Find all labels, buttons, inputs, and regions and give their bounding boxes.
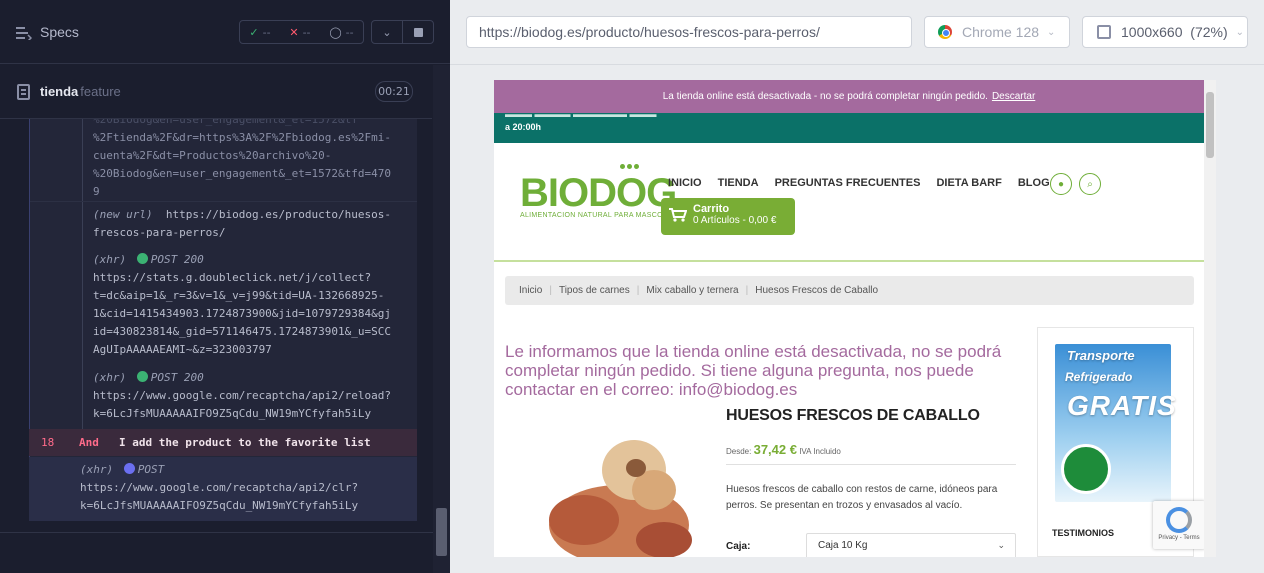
site-logo[interactable]: BIODOG ALIMENTACION NATURAL PARA MASCOTA… xyxy=(520,164,677,219)
log-entry-url-tail: %20Biodog&en=user_engagement&_et=1572&tf… xyxy=(93,119,392,198)
run-stats: ✓ -- ✕ -- ◯ -- xyxy=(239,20,364,44)
chevron-down-icon: ⌄ xyxy=(997,540,1005,550)
user-icon[interactable]: ● xyxy=(1050,173,1072,195)
app-under-test: La tienda online está desactivada - no s… xyxy=(494,80,1216,557)
store-disabled-message: Le informamos que la tienda online está … xyxy=(505,342,1002,399)
step-keyword: And xyxy=(79,436,99,449)
spec-name: tienda feature xyxy=(40,84,121,99)
breadcrumb-current: Huesos Frescos de Caballo xyxy=(755,285,879,296)
run-controls: ⌄ xyxy=(371,20,434,44)
status-dot-icon xyxy=(136,371,148,382)
viewport-icon xyxy=(1097,25,1111,39)
nav-item-inicio[interactable]: INICIO xyxy=(668,177,702,189)
log-entry-xhr-reload[interactable]: (xhr) POST 200 https://www.google.com/re… xyxy=(30,369,417,423)
specs-list-icon[interactable] xyxy=(16,26,32,40)
recaptcha-badge[interactable]: Privacy - Terms xyxy=(1153,501,1205,549)
log-scrollbar[interactable] xyxy=(433,65,450,573)
topbar-hours: ▬▬▬ ▬▬▬▬ ▬▬▬▬▬▬ ▬▬▬ a 20:00h xyxy=(494,109,1204,143)
product-title: HUESOS FRESCOS DE CABALLO xyxy=(726,407,980,424)
step-number: 18 xyxy=(41,436,55,449)
circle-icon: ◯ xyxy=(329,25,342,39)
caja-label: Caja: xyxy=(726,541,751,552)
browser-selector[interactable]: Chrome 128 ⌄ xyxy=(924,16,1070,48)
main-nav: INICIO TIENDA PREGUNTAS FRECUENTES DIETA… xyxy=(668,177,1050,189)
dismiss-link[interactable]: Descartar xyxy=(992,91,1035,102)
chevron-down-icon: ⌄ xyxy=(1047,26,1056,38)
url-bar[interactable]: https://biodog.es/producto/huesos-fresco… xyxy=(466,16,912,48)
chrome-icon xyxy=(938,25,952,39)
caja-select[interactable]: Caja 10 Kg ⌄ xyxy=(806,533,1016,557)
paw-icon xyxy=(620,164,639,169)
step-text: I add the product to the favorite list xyxy=(119,436,371,449)
divider xyxy=(494,260,1204,262)
cart-icon xyxy=(669,208,687,222)
log-entry-new-url[interactable]: (new url) https://biodog.es/producto/hue… xyxy=(30,206,417,242)
spec-timer: 00:21 xyxy=(375,81,413,102)
promo-banner[interactable]: Transporte Refrigerado GRATIS xyxy=(1055,344,1176,502)
stop-button[interactable] xyxy=(403,21,433,43)
specs-toolbar: Specs ✓ -- ✕ -- ◯ -- ⌄ xyxy=(0,0,450,64)
stop-icon xyxy=(413,27,423,37)
specs-title[interactable]: Specs xyxy=(40,24,79,40)
breadcrumb-item[interactable]: Tipos de carnes xyxy=(559,285,630,296)
log-scrollbar-thumb[interactable] xyxy=(436,508,447,556)
viewport-selector[interactable]: 1000x660 (72%) ⌄ xyxy=(1082,16,1248,48)
recaptcha-icon xyxy=(1166,507,1192,533)
truck-icon xyxy=(1061,444,1111,494)
divider xyxy=(726,464,1016,465)
breadcrumb-item[interactable]: Inicio xyxy=(519,285,542,296)
divider xyxy=(450,64,1264,65)
product-image[interactable] xyxy=(524,420,694,557)
cross-icon: ✕ xyxy=(289,25,299,39)
product-price: Desde: 37,42 € IVA Incluido xyxy=(726,442,841,457)
cart-button[interactable]: Carrito 0 Artículos - 0,00 € xyxy=(661,198,795,235)
status-dot-icon xyxy=(136,253,148,264)
log-entry-xhr-collect[interactable]: (xhr) POST 200 https://stats.g.doublecli… xyxy=(30,251,417,359)
pending-count: ◯ -- xyxy=(329,25,354,39)
step-row-active[interactable]: 18 And I add the product to the favorite… xyxy=(29,429,417,456)
nav-item-tienda[interactable]: TIENDA xyxy=(718,177,759,189)
status-dot-icon xyxy=(123,463,135,474)
testimonios-heading: TESTIMONIOS xyxy=(1052,528,1115,538)
spec-type: feature xyxy=(80,84,121,99)
nav-item-blog[interactable]: BLOG xyxy=(1018,177,1050,189)
passed-count: ✓ -- xyxy=(249,25,271,39)
breadcrumb-item[interactable]: Mix caballo y ternera xyxy=(646,285,738,296)
divider xyxy=(0,532,433,533)
product-description: Huesos frescos de caballo con restos de … xyxy=(726,484,998,511)
log-entry-xhr-pending[interactable]: (xhr) POST https://www.google.com/recapt… xyxy=(29,457,417,521)
nav-item-preguntas[interactable]: PREGUNTAS FRECUENTES xyxy=(775,177,921,189)
document-icon xyxy=(17,84,30,100)
chevron-down-icon: ⌄ xyxy=(1235,26,1245,38)
search-icon[interactable]: ⌕ xyxy=(1079,173,1101,195)
page-scrollbar-thumb[interactable] xyxy=(1206,92,1214,158)
chevron-down-icon[interactable]: ⌄ xyxy=(372,21,403,43)
nav-item-dieta-barf[interactable]: DIETA BARF xyxy=(936,177,1001,189)
breadcrumb: Inicio | Tipos de carnes | Mix caballo y t… xyxy=(505,276,1194,305)
failed-count: ✕ -- xyxy=(289,25,311,39)
check-icon: ✓ xyxy=(249,25,259,39)
